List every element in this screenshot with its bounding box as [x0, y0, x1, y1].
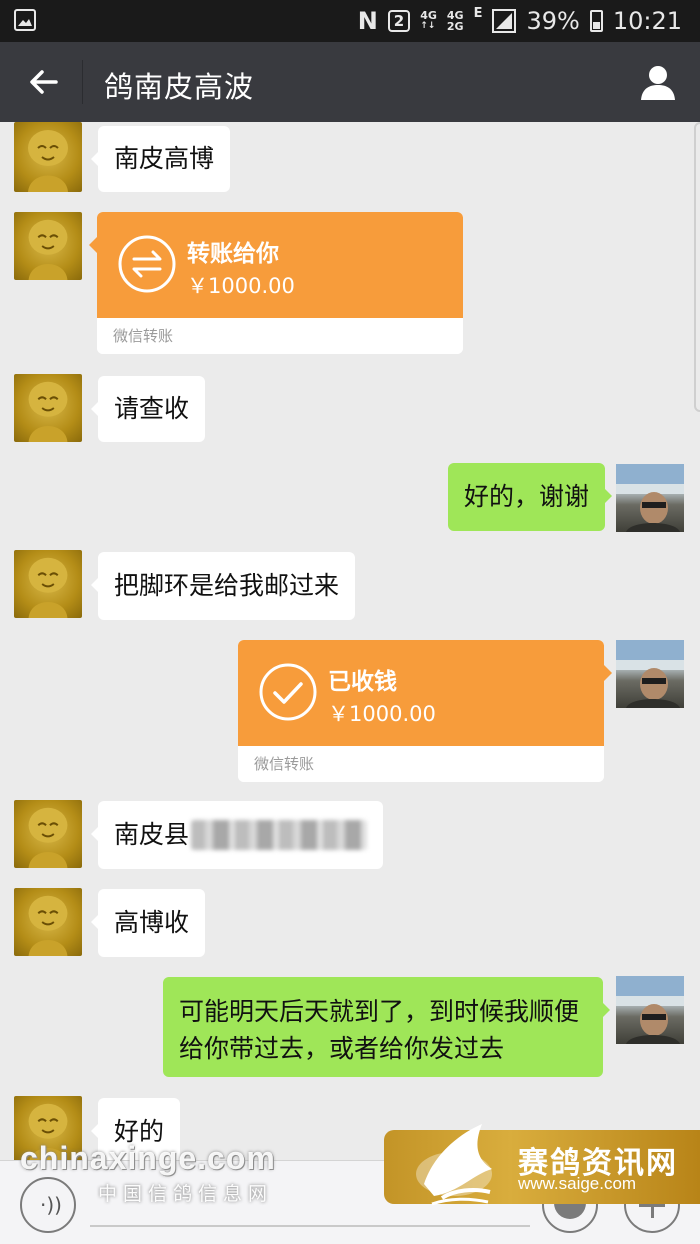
- battery-percent: 39%: [526, 7, 580, 35]
- transfer-card-received[interactable]: 转账给你 ￥1000.00 微信转账: [97, 212, 463, 354]
- nfc-icon: N: [357, 7, 378, 35]
- transfer-footer: 微信转账: [238, 746, 604, 782]
- chat-title: 鸽南皮高波: [104, 70, 255, 104]
- my-avatar[interactable]: [616, 976, 684, 1044]
- transfer-title: 已收钱: [328, 669, 397, 695]
- blurred-address: [191, 820, 368, 850]
- message-text: 把脚环是给我邮过来: [114, 571, 340, 600]
- selfie-avatar-icon: [616, 464, 684, 532]
- saige-logo-watermark: 赛鸽资讯网 www.saige.com: [384, 1124, 700, 1206]
- watermark-cn-text: 中国信鸽信息网: [98, 1183, 274, 1205]
- contact-avatar[interactable]: [14, 212, 82, 280]
- transfer-title: 转账给你: [187, 241, 279, 267]
- contact-avatar[interactable]: [14, 374, 82, 442]
- transfer-card-accepted[interactable]: 已收钱 ￥1000.00 微信转账: [238, 640, 604, 782]
- back-arrow-icon[interactable]: [24, 62, 64, 102]
- checkmark-circle-icon: [259, 663, 317, 721]
- contact-profile-icon[interactable]: [636, 60, 680, 104]
- message-text: 可能明天后天就到了，到时候我顺便给你带过去，或者给你发过去: [179, 997, 580, 1063]
- golden-buddha-avatar-icon: [28, 130, 68, 192]
- message-text: 请查收: [114, 394, 190, 423]
- chat-header: 鸽南皮高波: [0, 42, 700, 122]
- message-bubble[interactable]: 南皮高博: [90, 126, 231, 192]
- transfer-footer: 微信转账: [97, 318, 463, 354]
- net-2g-label: 2G: [446, 20, 464, 33]
- message-list[interactable]: 南皮高博 转账给你 ￥1000.00 微信转账 请查收 好的，谢谢 把脚环是给我…: [0, 122, 700, 1160]
- message-bubble[interactable]: 请查收: [90, 376, 206, 442]
- contact-avatar[interactable]: [14, 888, 82, 956]
- golden-buddha-avatar-icon: [28, 895, 68, 956]
- message-bubble[interactable]: 把脚环是给我邮过来: [90, 552, 356, 620]
- network-4g-2g-icon: 4G 2G: [447, 10, 464, 32]
- watermark-en-text: chinaxinge.com: [20, 1140, 276, 1176]
- message-bubble-mine[interactable]: 可能明天后天就到了，到时候我顺便给你带过去，或者给你发过去: [163, 977, 610, 1077]
- pigeon-logo-icon: [416, 1124, 492, 1206]
- clock: 10:21: [612, 7, 682, 35]
- my-avatar[interactable]: [616, 640, 684, 708]
- header-divider: [82, 60, 83, 104]
- selfie-avatar-icon: [616, 976, 684, 1044]
- edge-label: E: [473, 6, 483, 21]
- bubble-tail: [80, 236, 98, 254]
- golden-buddha-avatar-icon: [28, 381, 68, 442]
- transfer-arrows-icon: [118, 235, 176, 293]
- message-bubble[interactable]: 南皮县: [90, 801, 384, 869]
- watermark-url-text: www.saige.com: [518, 1174, 637, 1193]
- message-text: 南皮高博: [114, 144, 215, 173]
- contact-avatar[interactable]: [14, 800, 82, 868]
- scroll-indicator: [694, 122, 700, 412]
- golden-buddha-avatar-icon: [28, 219, 68, 280]
- golden-buddha-avatar-icon: [28, 557, 68, 618]
- message-text: 南皮县: [114, 820, 190, 849]
- transfer-amount: ￥1000.00: [187, 274, 295, 298]
- transfer-amount: ￥1000.00: [328, 702, 436, 726]
- network-4g-icon: 4G ↑↓: [420, 10, 437, 32]
- net-4g-label: 4G: [420, 9, 437, 22]
- gallery-notification-icon: [14, 9, 36, 31]
- message-input[interactable]: [90, 1225, 530, 1227]
- chinaxinge-watermark: chinaxinge.com 中国信鸽信息网: [20, 1140, 290, 1210]
- status-bar: N 2 4G ↑↓ 4G 2G E 39% 10:21: [0, 0, 700, 42]
- arrows-icon: ↑↓: [420, 21, 436, 31]
- selfie-avatar-icon: [616, 640, 684, 708]
- golden-buddha-avatar-icon: [28, 807, 68, 868]
- contact-avatar[interactable]: [14, 122, 82, 192]
- bubble-tail: [603, 664, 621, 682]
- transfer-card-body: 已收钱 ￥1000.00: [238, 640, 604, 746]
- message-text: 好的，谢谢: [464, 482, 590, 511]
- sim-2-icon: 2: [387, 10, 411, 32]
- my-avatar[interactable]: [616, 464, 684, 532]
- message-text: 高博收: [114, 908, 190, 937]
- message-bubble[interactable]: 高博收: [90, 889, 206, 957]
- signal-icon: [492, 9, 517, 33]
- battery-icon: [589, 10, 603, 32]
- transfer-card-body: 转账给你 ￥1000.00: [97, 212, 463, 318]
- message-bubble-mine[interactable]: 好的，谢谢: [448, 463, 613, 531]
- contact-avatar[interactable]: [14, 550, 82, 618]
